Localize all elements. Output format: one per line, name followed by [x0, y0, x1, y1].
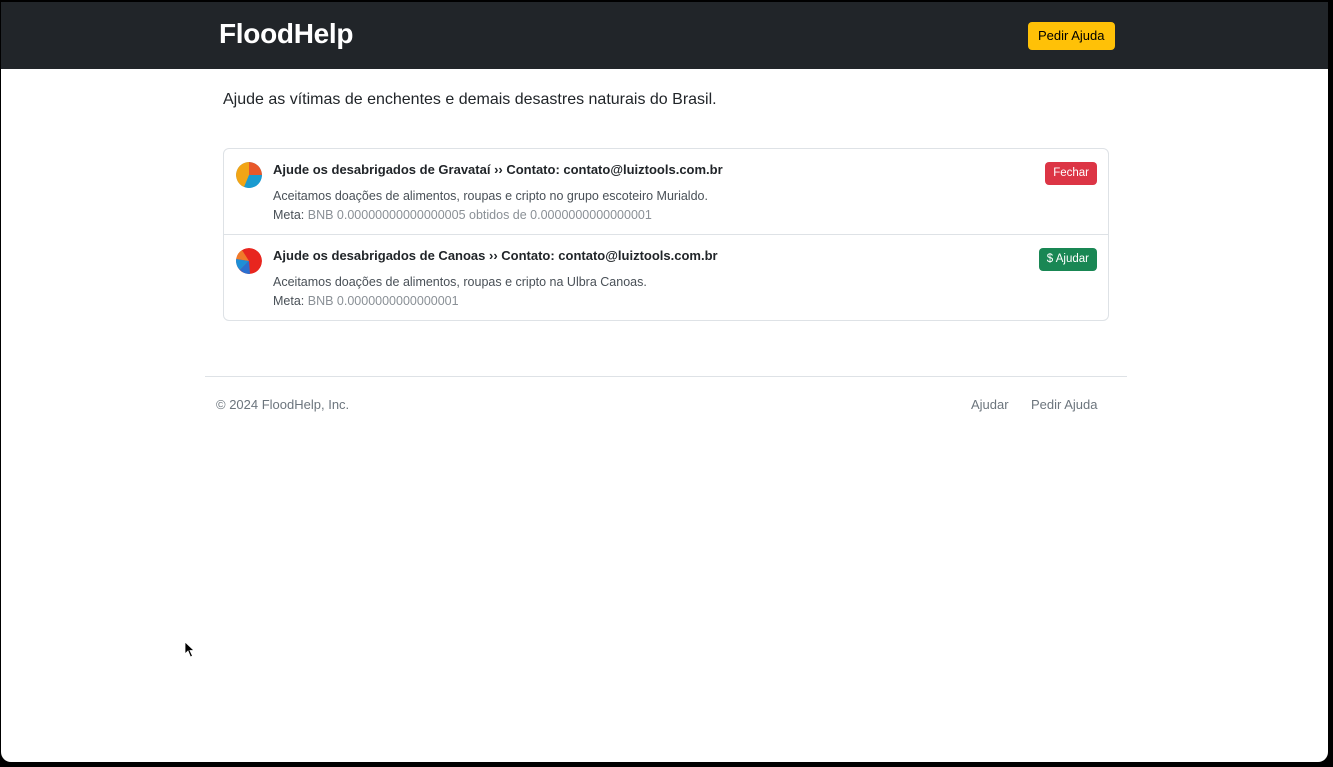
request-goal: Meta: BNB 0.0000000000000001	[273, 294, 459, 308]
avatar	[236, 248, 262, 274]
request-help-button[interactable]: Pedir Ajuda	[1028, 22, 1115, 50]
footer-link-request-help[interactable]: Pedir Ajuda	[1031, 397, 1098, 412]
page-lead: Ajude as vítimas de enchentes e demais d…	[223, 91, 717, 108]
goal-value: BNB 0.0000000000000001	[307, 294, 459, 308]
navbar: FloodHelp Pedir Ajuda	[1, 2, 1328, 69]
list-item: Ajude os desabrigados de Canoas ›› Conta…	[224, 234, 1108, 320]
brand-logo[interactable]: FloodHelp	[219, 18, 353, 50]
footer-copyright: © 2024 FloodHelp, Inc.	[216, 397, 350, 412]
help-donate-button[interactable]: $ Ajudar	[1038, 248, 1097, 271]
request-goal: Meta: BNB 0.00000000000000005 obtidos de…	[273, 208, 652, 222]
request-description: Aceitamos doações de alimentos, roupas e…	[273, 189, 708, 203]
avatar	[236, 162, 262, 188]
request-title: Ajude os desabrigados de Canoas ›› Conta…	[273, 248, 718, 263]
goal-label: Meta:	[273, 208, 305, 222]
request-list: Ajude os desabrigados de Gravataí ›› Con…	[223, 148, 1109, 321]
goal-value: BNB 0.00000000000000005 obtidos de 0.000…	[307, 208, 652, 222]
footer-link-help[interactable]: Ajudar	[971, 397, 1009, 412]
list-item: Ajude os desabrigados de Gravataí ›› Con…	[224, 149, 1108, 234]
footer-divider	[205, 376, 1127, 377]
request-title: Ajude os desabrigados de Gravataí ›› Con…	[273, 162, 723, 177]
goal-label: Meta:	[273, 294, 305, 308]
mouse-pointer-icon	[185, 642, 195, 658]
request-description: Aceitamos doações de alimentos, roupas e…	[273, 275, 647, 289]
browser-window: FloodHelp Pedir Ajuda Ajude as vítimas d…	[1, 2, 1328, 762]
close-request-button[interactable]: Fechar	[1045, 162, 1097, 185]
